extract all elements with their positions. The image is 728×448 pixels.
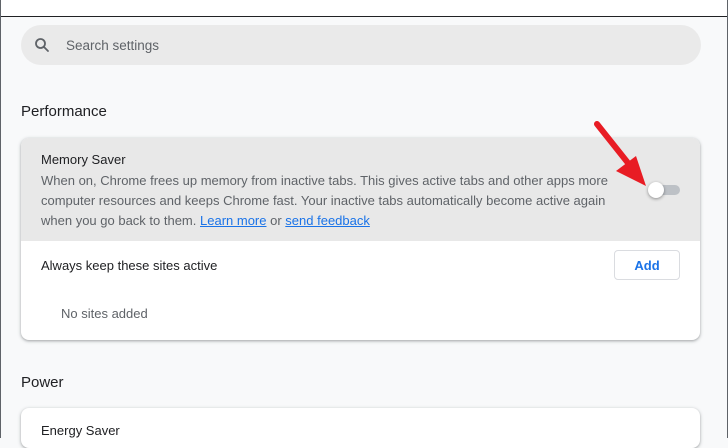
window-top-bar bbox=[0, 0, 728, 17]
power-card: Energy Saver bbox=[21, 408, 700, 448]
add-site-button[interactable]: Add bbox=[614, 250, 680, 280]
link-connector: or bbox=[270, 213, 282, 228]
memory-saver-title: Memory Saver bbox=[41, 152, 126, 167]
window-left-edge bbox=[0, 0, 1, 438]
energy-saver-title: Energy Saver bbox=[41, 423, 120, 438]
annotation-arrow-icon bbox=[594, 121, 646, 186]
memory-saver-toggle[interactable] bbox=[648, 182, 680, 198]
search-placeholder: Search settings bbox=[66, 37, 160, 53]
no-sites-note: No sites added bbox=[61, 306, 148, 321]
send-feedback-link[interactable]: send feedback bbox=[285, 213, 370, 228]
section-title-power: Power bbox=[21, 374, 64, 391]
memory-saver-description: When on, Chrome frees up memory from ina… bbox=[41, 171, 631, 231]
search-input[interactable]: Search settings bbox=[21, 25, 701, 65]
learn-more-link[interactable]: Learn more bbox=[200, 213, 266, 228]
section-title-performance: Performance bbox=[21, 103, 107, 120]
toggle-knob bbox=[648, 182, 664, 198]
always-active-title: Always keep these sites active bbox=[41, 258, 218, 273]
search-icon bbox=[34, 37, 50, 53]
